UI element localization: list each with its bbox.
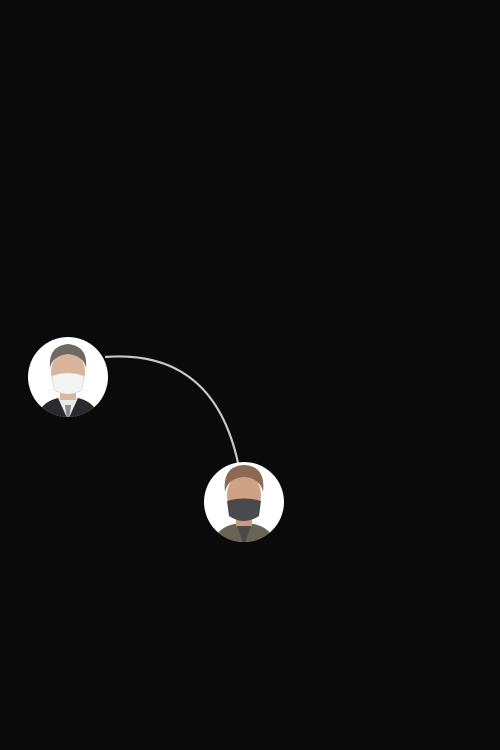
avatar-node-2[interactable] xyxy=(204,462,284,545)
avatar-node-1[interactable] xyxy=(28,337,108,420)
connector-edge xyxy=(104,355,240,464)
graph-canvas xyxy=(28,337,284,545)
